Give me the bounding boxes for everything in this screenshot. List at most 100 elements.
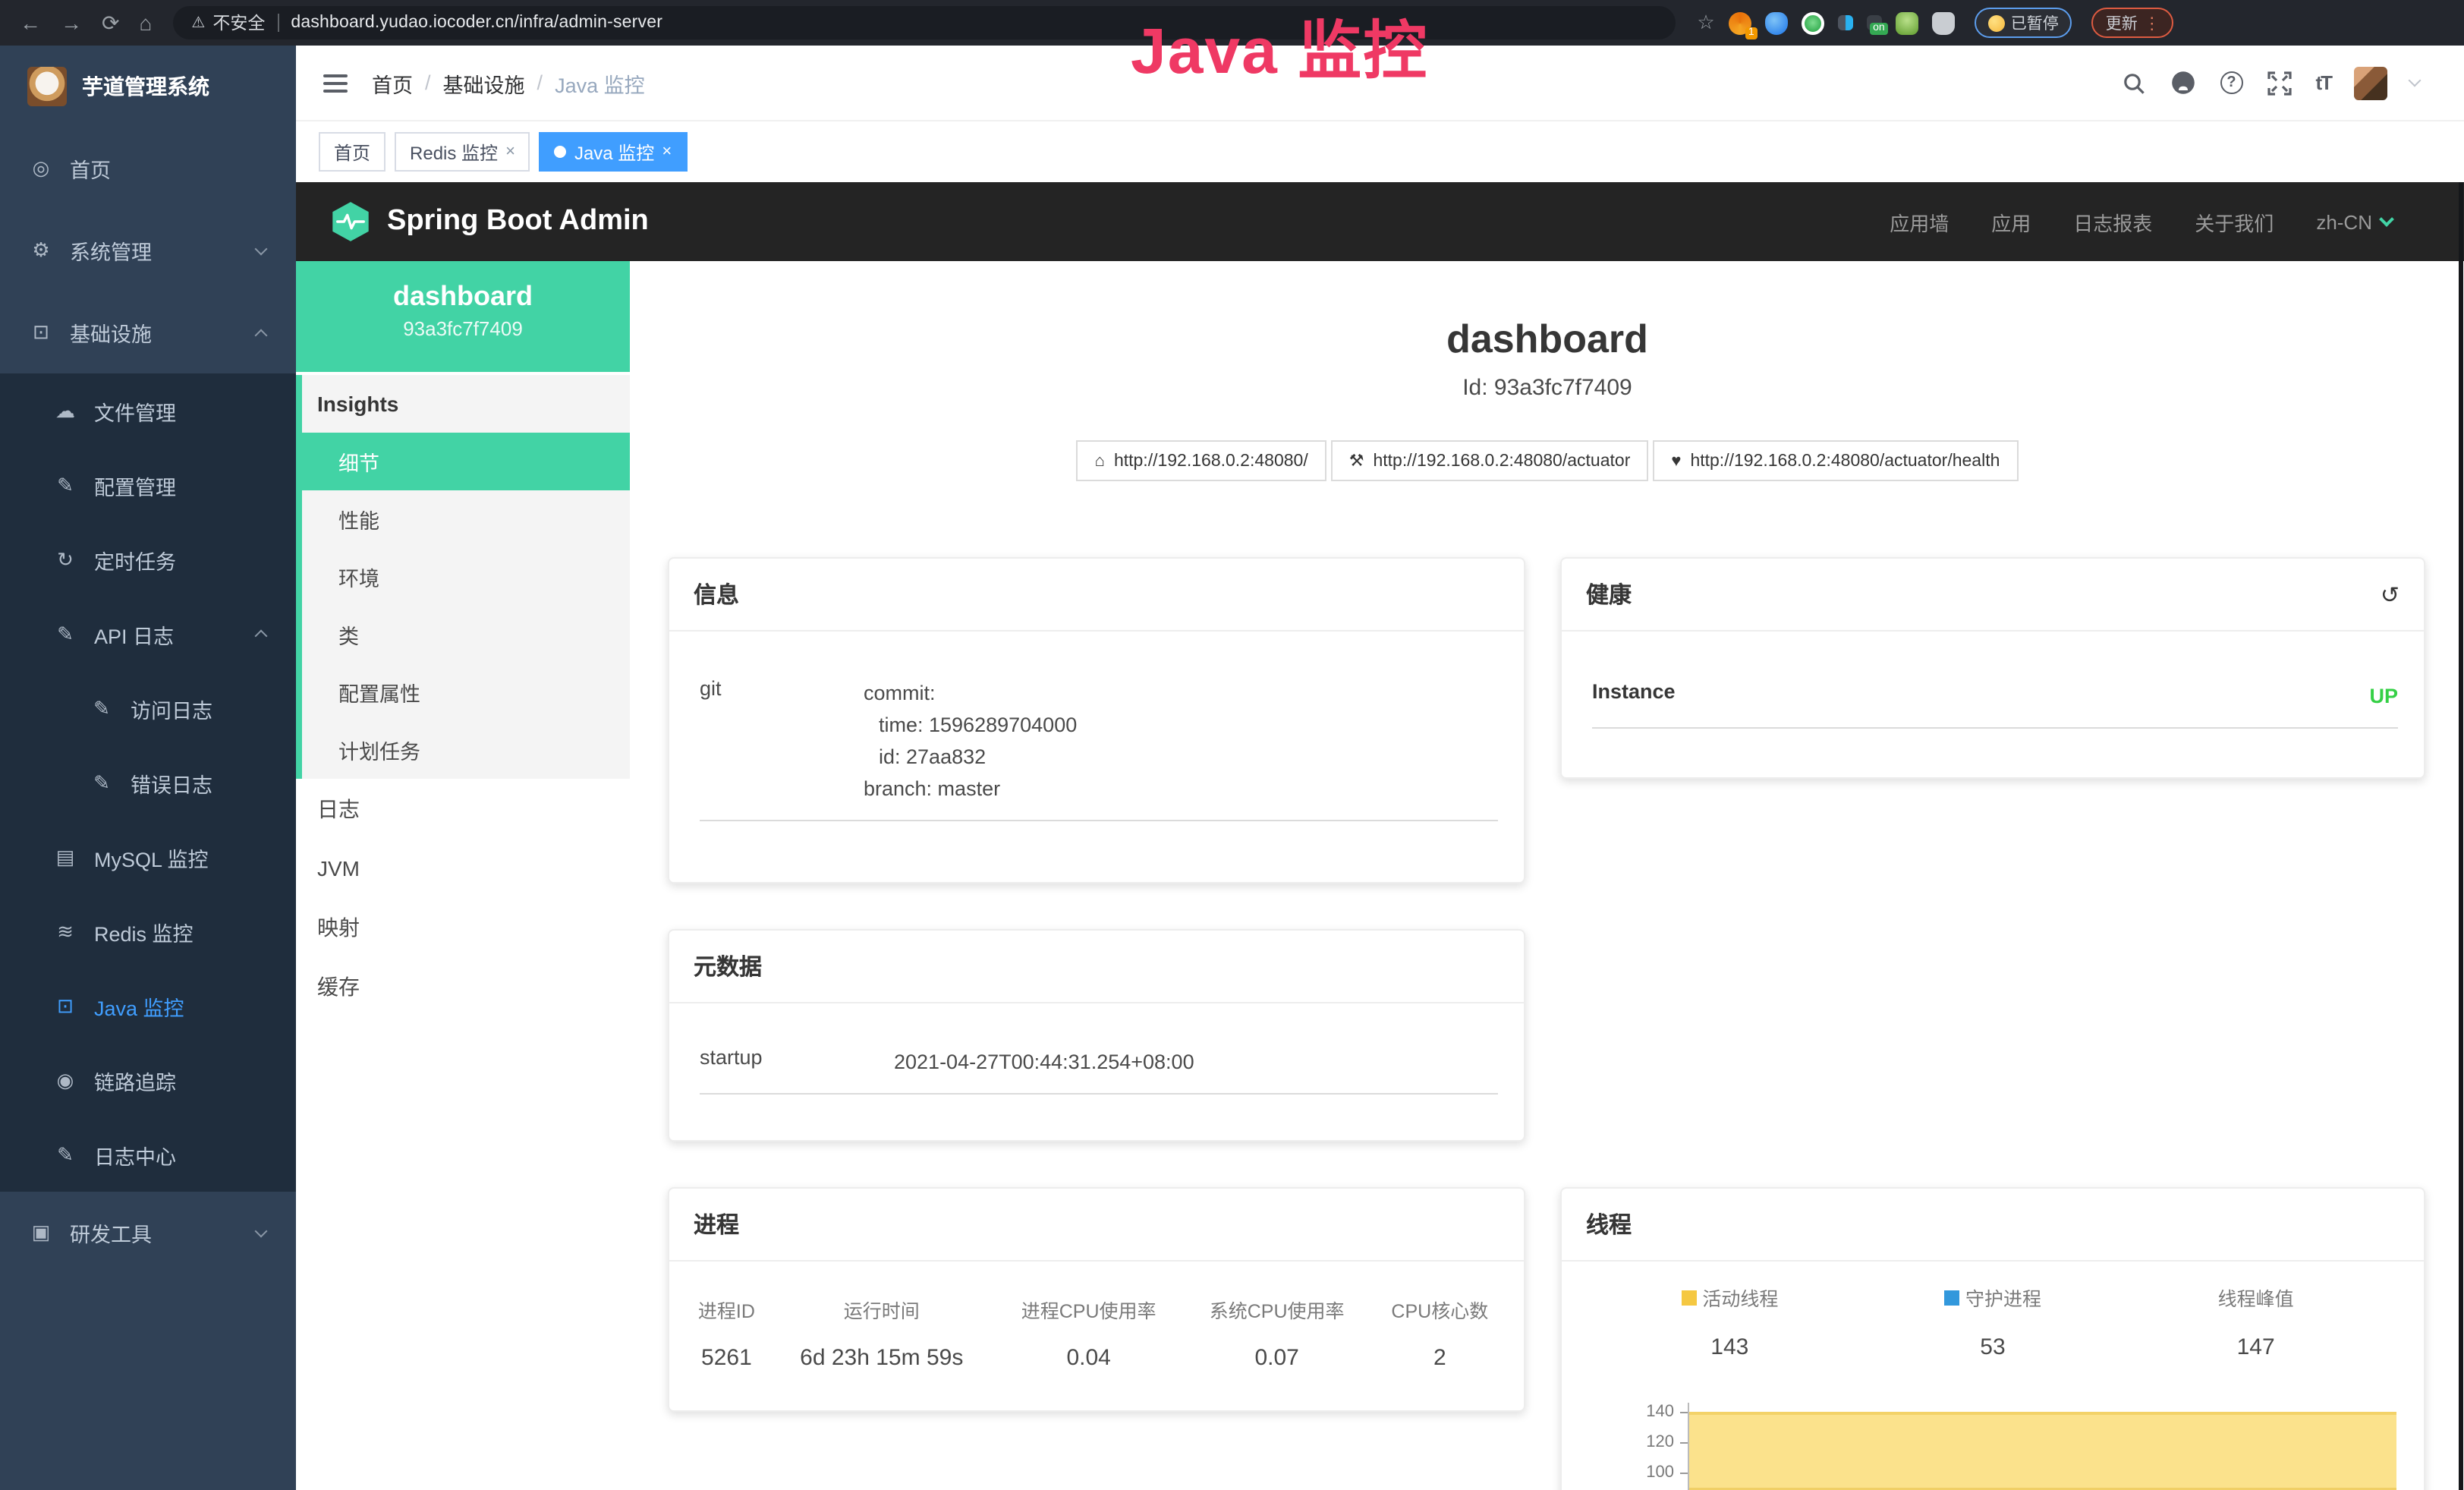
- locale-label: zh-CN: [2316, 210, 2372, 233]
- instance-id-line: Id: 93a3fc7f7409: [630, 375, 2464, 401]
- sba-item-jvm[interactable]: JVM: [296, 838, 630, 897]
- close-icon[interactable]: ×: [505, 143, 515, 161]
- extension-dark-icon[interactable]: on: [1867, 15, 1882, 30]
- sba-app-id: 93a3fc7f7409: [296, 317, 630, 340]
- health-url-link[interactable]: ♥ http://192.168.0.2:48080/actuator/heal…: [1653, 440, 2018, 481]
- sba-nav-applications[interactable]: 应用: [1991, 207, 2031, 236]
- search-icon[interactable]: [2119, 69, 2147, 96]
- sba-item-mappings[interactable]: 映射: [296, 897, 630, 956]
- legend-value: 53: [1861, 1334, 2125, 1359]
- sidebar-item-infra[interactable]: ⊡ 基础设施: [0, 291, 296, 373]
- screen: ← → ⟳ ⌂ ⚠ 不安全 dashboard.yudao.iocoder.cn…: [0, 0, 2464, 1490]
- sba-item-details[interactable]: 细节: [296, 433, 630, 490]
- sidebar-item-access-log[interactable]: ✎ 访问日志: [0, 671, 296, 745]
- infra-submenu: ☁ 文件管理 ✎ 配置管理 ↻ 定时任务 ✎ API 日志 ✎ 访问日志 ✎: [0, 373, 296, 1192]
- extension-green-circle-icon[interactable]: [1802, 11, 1824, 34]
- extension-paused-pill[interactable]: 已暂停: [1975, 8, 2072, 38]
- sidebar-item-config-manage[interactable]: ✎ 配置管理: [0, 448, 296, 522]
- sba-item-environment[interactable]: 环境: [302, 548, 630, 606]
- process-table: 进程ID 运行时间 进程CPU使用率 系统CPU使用率 CPU核心数 5261 …: [684, 1289, 1509, 1371]
- sba-nav-about[interactable]: 关于我们: [2195, 207, 2274, 236]
- sidebar-item-redis-monitor[interactable]: ≋ Redis 监控: [0, 894, 296, 969]
- sidebar-item-mysql-monitor[interactable]: ▤ MySQL 监控: [0, 820, 296, 894]
- admin-sidebar: 芋道管理系统 ◎ 首页 ⚙ 系统管理 ⊡ 基础设施 ☁ 文件管理 ✎ 配置管理: [0, 46, 296, 1490]
- tag-java-monitor[interactable]: Java 监控 ×: [540, 132, 687, 172]
- sba-item-classes[interactable]: 类: [302, 606, 630, 663]
- extension-pin-icon[interactable]: [1765, 11, 1788, 34]
- font-size-icon[interactable]: tT: [2315, 71, 2331, 94]
- sba-item-metrics[interactable]: 性能: [302, 490, 630, 548]
- puzzle-extensions-icon[interactable]: [1932, 11, 1955, 34]
- window-edge-scrollbar[interactable]: [2459, 182, 2463, 1490]
- bookmark-star-icon[interactable]: ☆: [1697, 11, 1714, 35]
- breadcrumb-separator: /: [537, 71, 543, 94]
- paused-label: 已暂停: [2011, 11, 2059, 34]
- legend-value: 147: [2124, 1334, 2387, 1360]
- sba-item-logs[interactable]: 日志: [296, 779, 630, 838]
- metadata-startup-row: startup 2021-04-27T00:44:31.254+08:00: [700, 1034, 1498, 1095]
- cpu-cores-value: 2: [1371, 1330, 1509, 1371]
- sidebar-item-dev-tools[interactable]: ▣ 研发工具: [0, 1192, 296, 1274]
- sba-item-scheduled-tasks[interactable]: 计划任务: [302, 721, 630, 779]
- sidebar-item-api-log[interactable]: ✎ API 日志: [0, 597, 296, 671]
- live-threads-area: [1689, 1412, 2396, 1490]
- extension-grid-icon[interactable]: [1838, 15, 1853, 30]
- forward-icon[interactable]: →: [61, 12, 82, 33]
- tag-home[interactable]: 首页: [319, 132, 385, 172]
- menu-label: 链路追踪: [94, 1065, 176, 1095]
- sba-app-header[interactable]: dashboard 93a3fc7f7409: [296, 261, 630, 372]
- close-icon[interactable]: ×: [662, 143, 672, 161]
- chevron-up-icon: [255, 329, 268, 342]
- sidebar-item-log-center[interactable]: ✎ 日志中心: [0, 1117, 296, 1192]
- sba-item-config-props[interactable]: 配置属性: [302, 663, 630, 721]
- chrome-menu-icon[interactable]: ⋮: [2144, 13, 2160, 33]
- legend-daemon-threads: 守护进程 53: [1861, 1283, 2125, 1360]
- sidebar-item-tracing[interactable]: ◉ 链路追踪: [0, 1043, 296, 1117]
- extension-orange-icon[interactable]: 1: [1729, 11, 1751, 34]
- sba-brand[interactable]: Spring Boot Admin: [329, 200, 649, 243]
- actuator-url-link[interactable]: ⚒ http://192.168.0.2:48080/actuator: [1331, 440, 1649, 481]
- sidebar-item-file-manage[interactable]: ☁ 文件管理: [0, 373, 296, 448]
- tag-redis-monitor[interactable]: Redis 监控 ×: [395, 132, 530, 172]
- info-card: 信息 git commit: time: 1596289704000 id: 2…: [668, 557, 1525, 884]
- sidebar-item-scheduled-jobs[interactable]: ↻ 定时任务: [0, 522, 296, 597]
- service-url-link[interactable]: ⌂ http://192.168.0.2:48080/: [1077, 440, 1326, 481]
- home-icon[interactable]: ⌂: [139, 12, 152, 33]
- column-header: 进程CPU使用率: [995, 1289, 1183, 1330]
- sidebar-item-java-monitor[interactable]: ⊡ Java 监控: [0, 969, 296, 1043]
- metadata-card: 元数据 startup 2021-04-27T00:44:31.254+08:0…: [668, 929, 1525, 1142]
- y-tick-mark: [1680, 1473, 1688, 1474]
- sba-nav-journal[interactable]: 日志报表: [2073, 207, 2152, 236]
- back-icon[interactable]: ←: [20, 12, 41, 33]
- sba-insights-header[interactable]: Insights: [302, 375, 630, 433]
- help-icon[interactable]: ?: [2220, 71, 2242, 94]
- breadcrumb-home[interactable]: 首页: [372, 68, 413, 98]
- sba-locale-select[interactable]: zh-CN: [2316, 210, 2392, 233]
- sba-nav-wall[interactable]: 应用墙: [1890, 207, 1949, 236]
- sidebar-item-system[interactable]: ⚙ 系统管理: [0, 209, 296, 291]
- chevron-down-icon[interactable]: [2409, 74, 2422, 87]
- update-label: 更新: [2106, 11, 2138, 34]
- instance-links: ⌂ http://192.168.0.2:48080/ ⚒ http://192…: [630, 440, 2464, 481]
- breadcrumb-infra[interactable]: 基础设施: [443, 68, 525, 98]
- table-icon: ▤: [52, 845, 79, 869]
- user-avatar[interactable]: [2354, 66, 2387, 99]
- menu-label: API 日志: [94, 619, 174, 649]
- sidebar-item-error-log[interactable]: ✎ 错误日志: [0, 745, 296, 820]
- history-icon[interactable]: ↺: [2381, 581, 2399, 608]
- menu-label: 基础设施: [70, 317, 152, 348]
- cards-grid: 信息 git commit: time: 1596289704000 id: 2…: [668, 557, 2425, 1490]
- hamburger-icon[interactable]: [323, 69, 348, 96]
- tag-label: Redis 监控: [410, 139, 498, 165]
- address-bar[interactable]: ⚠ 不安全 dashboard.yudao.iocoder.cn/infra/a…: [173, 6, 1676, 39]
- github-icon[interactable]: [2170, 69, 2197, 96]
- sba-item-caches[interactable]: 缓存: [296, 956, 630, 1016]
- reload-icon[interactable]: ⟳: [102, 12, 119, 33]
- sidebar-logo[interactable]: 芋道管理系统: [0, 46, 296, 128]
- security-label[interactable]: 不安全: [212, 11, 265, 35]
- extension-person-icon[interactable]: [1896, 11, 1918, 34]
- fullscreen-icon[interactable]: [2265, 69, 2292, 96]
- menu-label: 系统管理: [70, 235, 152, 266]
- chrome-update-button[interactable]: 更新 ⋮: [2092, 8, 2174, 38]
- sidebar-item-home[interactable]: ◎ 首页: [0, 128, 296, 209]
